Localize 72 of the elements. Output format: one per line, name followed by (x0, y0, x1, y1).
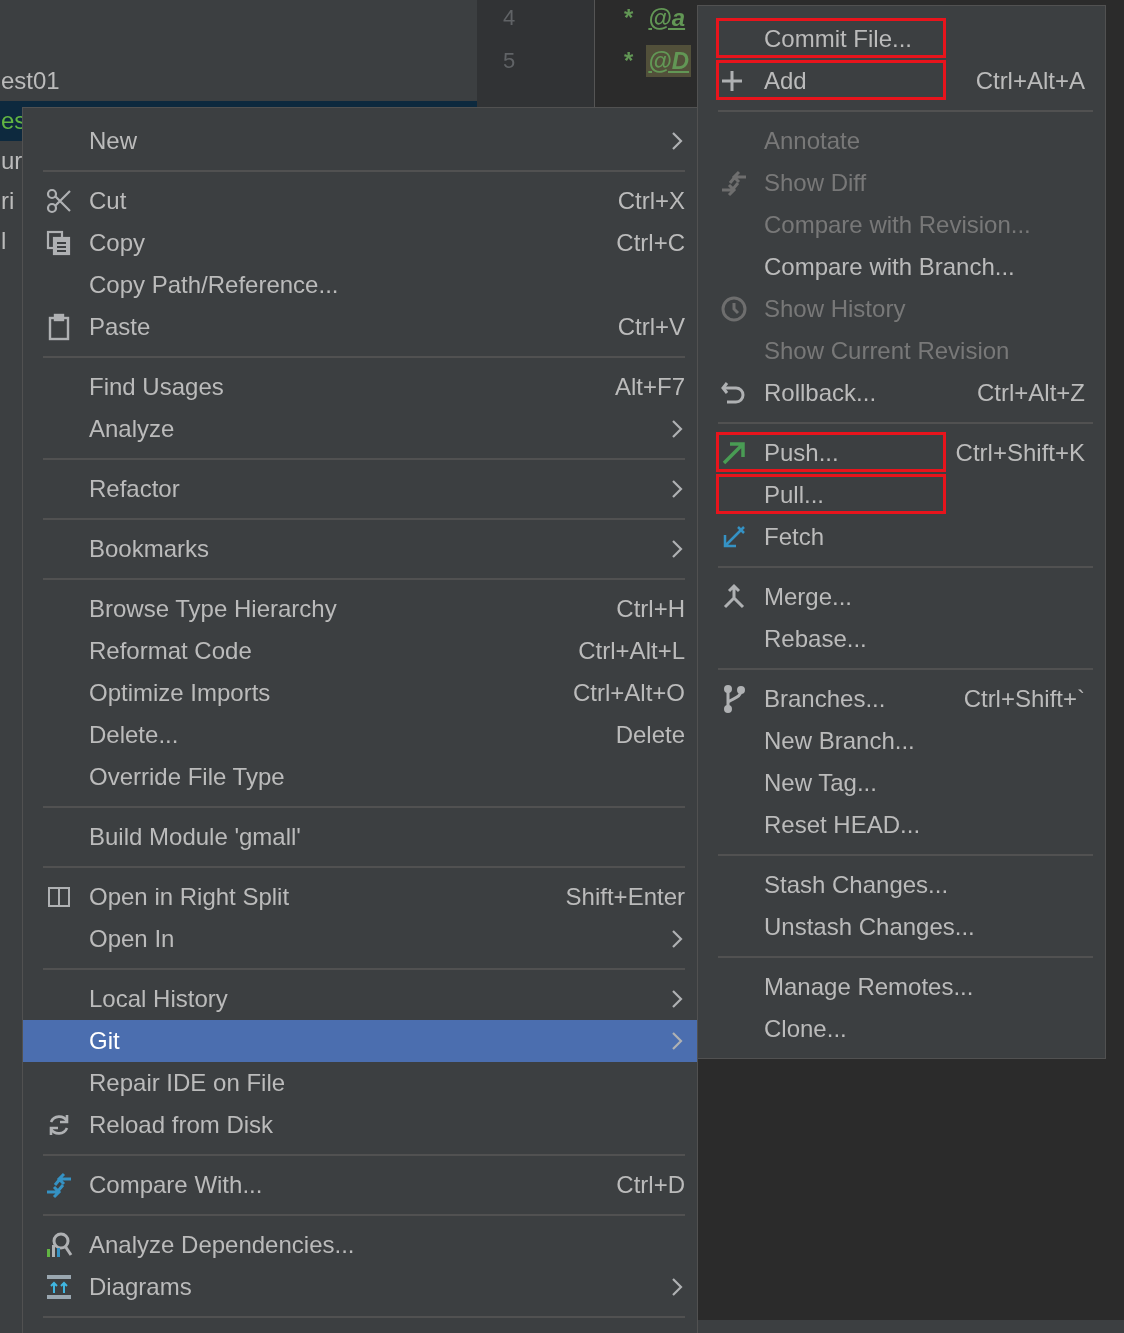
plus-icon (720, 69, 744, 93)
shortcut-label: Ctrl+Shift+` (963, 685, 1085, 713)
menu-item[interactable]: New (23, 120, 697, 162)
copy-icon (45, 229, 73, 257)
code-tag: @a (646, 1, 688, 34)
shortcut-label: Ctrl+Shift+K (955, 439, 1085, 467)
shortcut-label: Ctrl+V (617, 313, 685, 341)
menu-item[interactable]: Build Module 'gmall' (23, 816, 697, 858)
chart-magnifier-icon (45, 1231, 73, 1259)
menu-item[interactable]: Merge... (698, 576, 1105, 618)
menu-item[interactable]: Diagrams (23, 1266, 697, 1308)
tree-item[interactable]: est01 (0, 67, 60, 95)
menu-item[interactable]: Rebase... (698, 618, 1105, 660)
menu-item[interactable]: Compare with Branch... (698, 246, 1105, 288)
menu-item[interactable]: Copy Path/Reference... (23, 264, 697, 306)
shortcut-label: Delete (615, 721, 685, 749)
arrow-up-right-icon (720, 439, 748, 467)
menu-item[interactable]: Browse Type Hierarchy Ctrl+H (23, 588, 697, 630)
menu-item[interactable]: Repair IDE on File (23, 1062, 697, 1104)
scissors-icon (45, 187, 73, 215)
menu-item[interactable]: Reload from Disk (23, 1104, 697, 1146)
menu-item[interactable]: Copy Ctrl+C (23, 222, 697, 264)
menu-item[interactable]: Open In (23, 918, 697, 960)
shortcut-label: Ctrl+Alt+A (975, 67, 1085, 95)
shortcut-label: Ctrl+Alt+O (572, 679, 685, 707)
menu-item[interactable]: Branches... Ctrl+Shift+` (698, 678, 1105, 720)
menu-item[interactable]: Stash Changes... (698, 864, 1105, 906)
shortcut-label: Ctrl+Alt+Z (976, 379, 1085, 407)
shortcut-label: Ctrl+C (616, 229, 685, 257)
menu-item[interactable]: Compare With... Ctrl+D (23, 1164, 697, 1206)
menu-item[interactable]: Add Ctrl+Alt+A (698, 60, 1105, 102)
menu-item[interactable]: Fetch (698, 516, 1105, 558)
diagram-icon (45, 1273, 73, 1301)
menu-item[interactable]: Manage Remotes... (698, 966, 1105, 1008)
menu-item[interactable]: Reformat Code Ctrl+Alt+L (23, 630, 697, 672)
compare-arrows-icon (45, 1171, 73, 1199)
menu-item[interactable]: Open in Right Split Shift+Enter (23, 876, 697, 918)
menu-item[interactable]: Rollback... Ctrl+Alt+Z (698, 372, 1105, 414)
tree-item[interactable]: l (0, 227, 7, 255)
menu-item[interactable]: Commit File... (698, 18, 1105, 60)
menu-item[interactable]: Find Usages Alt+F7 (23, 366, 697, 408)
menu-item[interactable]: Push... Ctrl+Shift+K (698, 432, 1105, 474)
menu-item[interactable]: Cut Ctrl+X (23, 180, 697, 222)
shortcut-label: Ctrl+D (616, 1171, 685, 1199)
menu-item[interactable]: Unstash Changes... (698, 906, 1105, 948)
menu-item[interactable]: Git (23, 1020, 697, 1062)
shortcut-label: Ctrl+Alt+L (578, 637, 685, 665)
menu-item[interactable]: Analyze (23, 408, 697, 450)
tree-item[interactable]: ur (0, 147, 23, 175)
shortcut-label: Shift+Enter (565, 883, 685, 911)
compare-arrows-icon (720, 169, 748, 197)
menu-item[interactable]: Paste Ctrl+V (23, 306, 697, 348)
menu-item[interactable]: Delete... Delete (23, 714, 697, 756)
shortcut-label: Ctrl+X (617, 187, 685, 215)
clock-icon (720, 295, 748, 323)
menu-item[interactable]: Pull... (698, 474, 1105, 516)
shortcut-label: Ctrl+H (616, 595, 685, 623)
menu-item[interactable]: Analyze Dependencies... (23, 1224, 697, 1266)
menu-item[interactable]: New Tag... (698, 762, 1105, 804)
menu-item[interactable]: Clone... (698, 1008, 1105, 1050)
code-tag: @D (646, 44, 692, 77)
code-text: * (623, 3, 633, 32)
menu-item[interactable]: Reset HEAD... (698, 804, 1105, 846)
menu-item[interactable]: Refactor (23, 468, 697, 510)
shortcut-label: Alt+F7 (614, 373, 685, 401)
menu-item[interactable]: New Branch... (698, 720, 1105, 762)
menu-item[interactable]: Optimize Imports Ctrl+Alt+O (23, 672, 697, 714)
menu-item[interactable]: Local History (23, 978, 697, 1020)
menu-item[interactable]: Override File Type (23, 756, 697, 798)
tree-item[interactable]: ri (0, 187, 15, 215)
code-text: * (623, 46, 633, 75)
menu-item[interactable]: Bookmarks (23, 528, 697, 570)
